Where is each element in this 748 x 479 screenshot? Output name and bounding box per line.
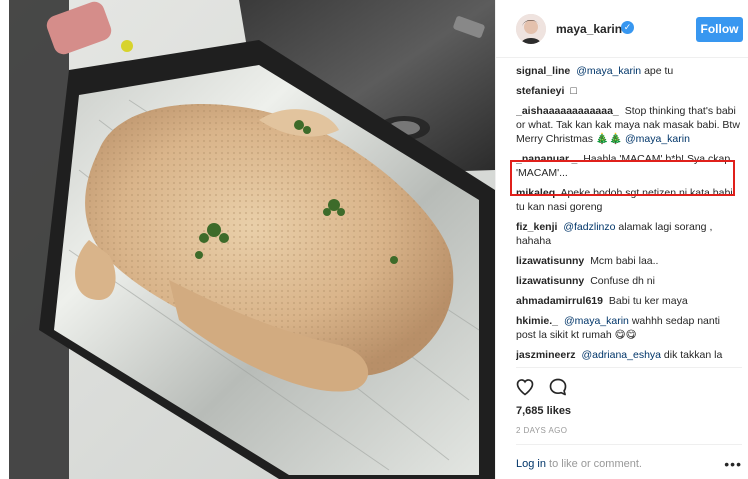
comment-item: ahmadamirrul619 Babi tu ker maya (516, 294, 742, 308)
comment-username[interactable]: hkimie._ (516, 315, 558, 327)
login-link[interactable]: Log in (516, 458, 546, 470)
login-prompt: Log in to like or comment. (516, 458, 642, 470)
comment-item: hkimie._ @maya_karin wahhh sedap nanti p… (516, 314, 742, 342)
divider (516, 444, 742, 445)
comment-list: signal_line @maya_karin ape tu stefaniey… (516, 64, 742, 364)
comment-text: □ (570, 85, 577, 97)
comment-text: Confuse dh ni (590, 275, 655, 287)
comment-item: signal_line @maya_karin ape tu (516, 64, 742, 78)
comment-mention[interactable]: @maya_karin (576, 65, 641, 77)
comment-username[interactable]: _aishaaaaaaaaaaaa_ (516, 105, 619, 117)
likes-count[interactable]: 7,685 likes (516, 405, 571, 417)
comment-item: _aishaaaaaaaaaaaa_ Stop thinking that's … (516, 104, 742, 146)
comment-mention[interactable]: @fadzlinzo (563, 221, 615, 233)
comment-username[interactable]: fiz_kenji (516, 221, 557, 233)
comment-text: Mcm babi laa.. (590, 255, 659, 267)
comment-mention[interactable]: @maya_karin (625, 133, 690, 145)
login-prompt-text: to like or comment. (545, 458, 642, 470)
page-margin (0, 0, 9, 479)
comment-text: ape tu (644, 65, 674, 77)
avatar[interactable] (516, 14, 546, 44)
follow-button[interactable]: Follow (696, 17, 743, 42)
post-photo[interactable] (9, 0, 495, 479)
comment-mention[interactable]: @adriana_eshya (581, 349, 661, 361)
comment-item: fiz_kenji @fadzlinzo alamak lagi sorang … (516, 220, 742, 248)
post-date: 2 DAYS AGO (516, 426, 568, 435)
roast-duck-photo (9, 0, 495, 479)
comment-text: dik takkan la (663, 349, 723, 361)
post-sidebar: maya_karin ✓ Follow signal_line @maya_ka… (495, 0, 748, 479)
post-username[interactable]: maya_karin (556, 22, 622, 36)
comment-username[interactable]: lizawatisunny (516, 255, 584, 267)
post-header: maya_karin ✓ Follow (496, 0, 748, 58)
avatar-image (516, 14, 546, 44)
comment-item: stefanieyi □ (516, 84, 742, 98)
comment-item: lizawatisunny Confuse dh ni (516, 274, 742, 288)
comment-item: jaszmineerz @adriana_eshya dik takkan la (516, 348, 742, 362)
divider (516, 367, 742, 368)
comment-mention[interactable]: @maya_karin (564, 315, 629, 327)
comment-username[interactable]: lizawatisunny (516, 275, 584, 287)
instagram-post-embed: maya_karin ✓ Follow signal_line @maya_ka… (0, 0, 748, 479)
highlight-box (510, 160, 735, 196)
verified-badge-icon: ✓ (621, 21, 634, 34)
comment-username[interactable]: stefanieyi (516, 85, 564, 97)
comment-username[interactable]: ahmadamirrul619 (516, 295, 603, 307)
heart-icon[interactable] (515, 377, 535, 397)
comment-text: Babi tu ker maya (608, 295, 688, 307)
more-options-icon[interactable]: ••• (724, 456, 742, 472)
comment-username[interactable]: signal_line (516, 65, 570, 77)
comment-icon[interactable] (548, 377, 568, 397)
comment-username[interactable]: jaszmineerz (516, 349, 576, 361)
comment-item: lizawatisunny Mcm babi laa.. (516, 254, 742, 268)
